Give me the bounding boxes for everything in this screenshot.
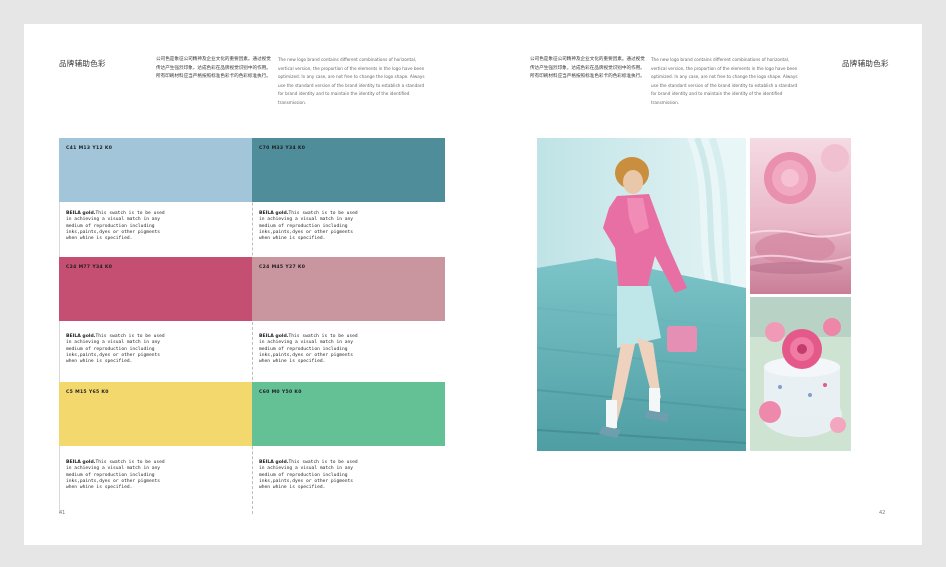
left-en-paragraph: The new logo brand contains different co… — [278, 57, 425, 105]
swatch-teal: C70 M33 Y34 K0 — [252, 138, 445, 202]
right-page-number: 42 — [879, 510, 886, 516]
swatch-yellow: C5 M15 Y65 K0 — [59, 382, 252, 446]
desc-bold: BEILA gold. — [259, 211, 289, 216]
swatch-cmyk-label: C24 M45 Y27 K0 — [259, 265, 306, 270]
desc-bold: BEILA gold. — [259, 460, 289, 465]
desc-bold: BEILA gold. — [66, 211, 96, 216]
swatch-description: BEILA gold.This swatch is to be used in … — [66, 211, 166, 242]
swatch-cmyk-label: C24 M77 Y34 K0 — [66, 265, 113, 270]
swatch-cmyk-label: C70 M33 Y34 K0 — [259, 146, 306, 151]
swatch-dusty-pink: C24 M45 Y27 K0 — [252, 257, 445, 321]
desc-bold: BEILA gold. — [66, 460, 96, 465]
swatch-cmyk-label: C60 M0 Y50 K0 — [259, 390, 302, 395]
fashion-photo-art — [537, 138, 746, 451]
left-page-number: 41 — [59, 510, 66, 516]
swatch-raspberry: C24 M77 Y34 K0 — [59, 257, 252, 321]
rose-reflection-photo — [750, 138, 851, 294]
left-page-title: 品牌辅助色彩 — [59, 59, 106, 68]
fashion-photo — [537, 138, 746, 451]
desc-bold: BEILA gold. — [66, 334, 96, 339]
left-cn-paragraph: 公司色是象征公司精神及企业文化的重要因素。通过视觉传达产生强烈印象，达成色彩在品… — [156, 57, 271, 80]
right-cn-paragraph: 公司色是象征公司精神及企业文化的重要因素。通过视觉传达产生强烈印象，达成色彩在品… — [530, 57, 645, 80]
swatch-light-blue: C41 M13 Y12 K0 — [59, 138, 252, 202]
swatch-description: BEILA gold.This swatch is to be used in … — [259, 460, 359, 491]
swatch-cmyk-label: C41 M13 Y12 K0 — [66, 146, 113, 151]
page-spread: 品牌辅助色彩 公司色是象征公司精神及企业文化的重要因素。通过视觉传达产生强烈印象… — [24, 24, 922, 545]
swatch-mint-green: C60 M0 Y50 K0 — [252, 382, 445, 446]
swatch-description: BEILA gold.This swatch is to be used in … — [66, 460, 166, 491]
swatch-description: BEILA gold.This swatch is to be used in … — [259, 334, 359, 365]
rose-cake-art — [750, 297, 851, 451]
swatch-description: BEILA gold.This swatch is to be used in … — [66, 334, 166, 365]
rose-reflection-art — [750, 138, 851, 294]
right-page-title: 品牌辅助色彩 — [842, 59, 889, 68]
swatch-description: BEILA gold.This swatch is to be used in … — [259, 211, 359, 242]
swatch-cmyk-label: C5 M15 Y65 K0 — [66, 390, 109, 395]
right-en-paragraph: The new logo brand contains different co… — [651, 57, 798, 105]
desc-bold: BEILA gold. — [259, 334, 289, 339]
rose-cake-photo — [750, 297, 851, 451]
